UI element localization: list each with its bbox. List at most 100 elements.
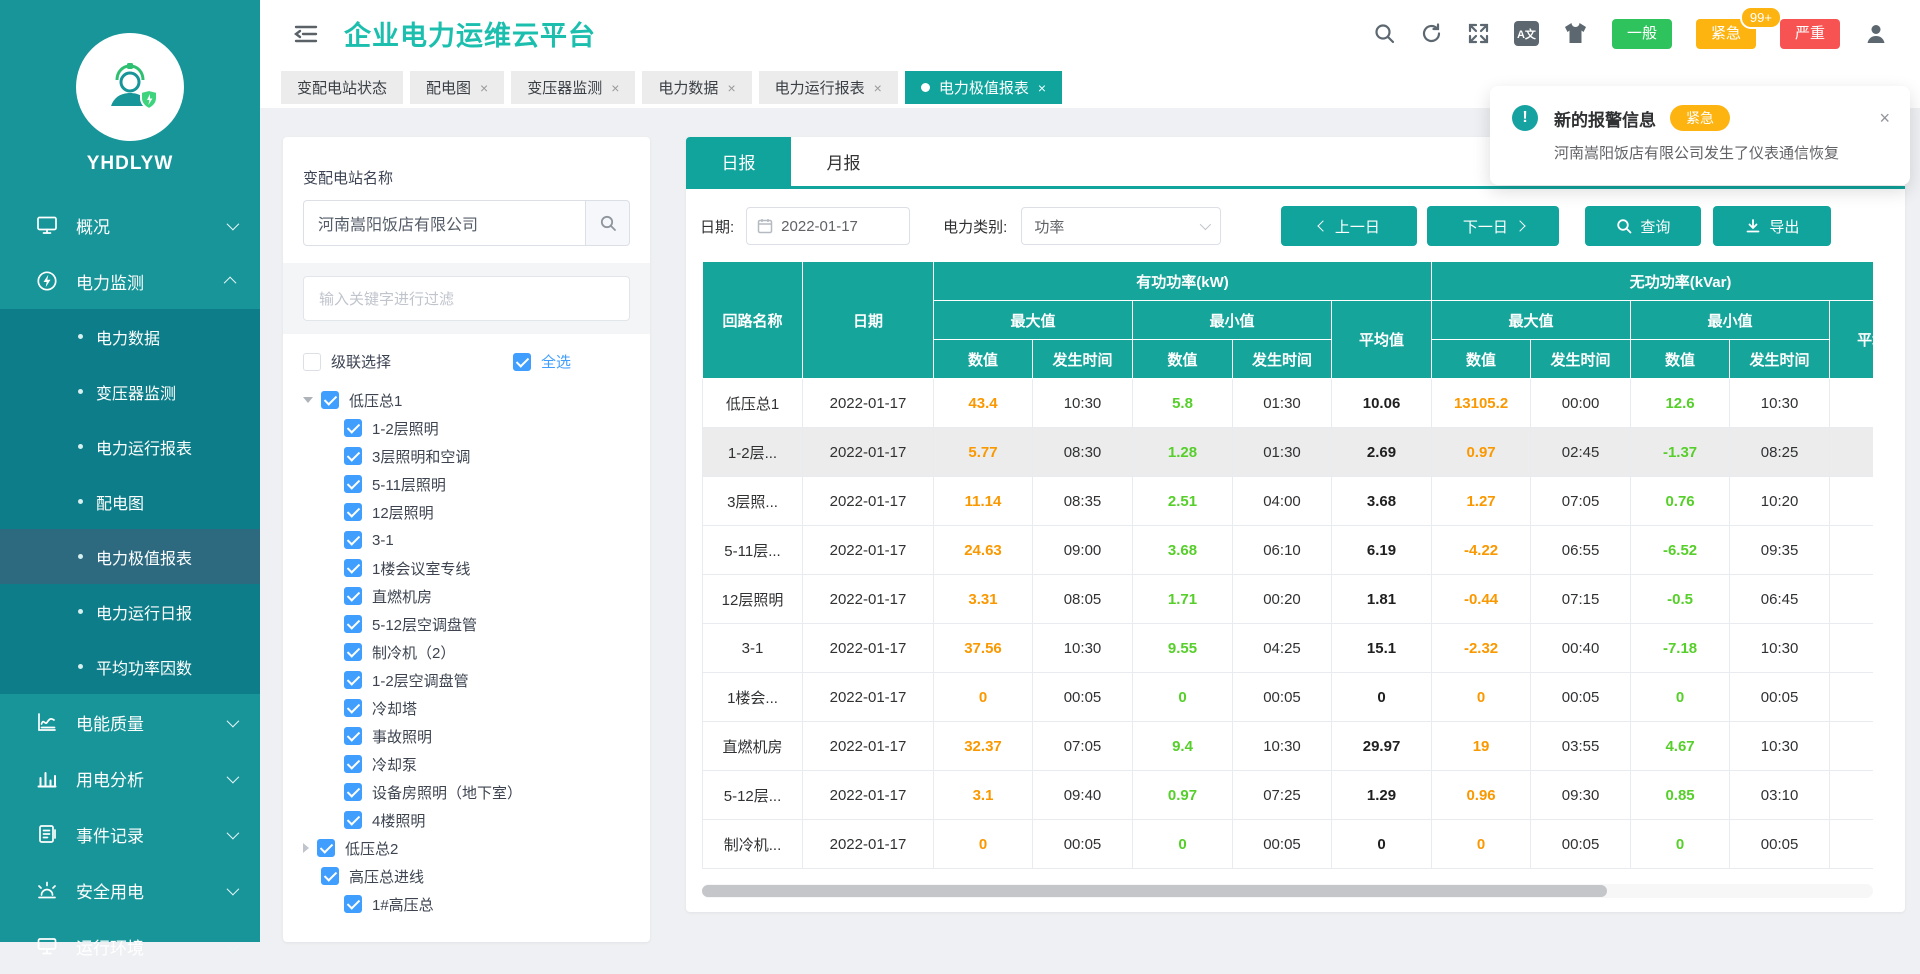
close-icon[interactable]: ×: [874, 80, 882, 96]
select-all-label[interactable]: 全选: [541, 351, 571, 372]
tree-checkbox[interactable]: [344, 503, 362, 521]
tab-电力运行报表[interactable]: 电力运行报表×: [759, 71, 898, 104]
tree-node-5-12层空调盘管[interactable]: 5-12层空调盘管: [283, 610, 650, 638]
tree-checkbox[interactable]: [344, 783, 362, 801]
tree-checkbox[interactable]: [344, 643, 362, 661]
sidebar-item-安全用电[interactable]: 安全用电: [0, 862, 260, 918]
translate-icon[interactable]: A文: [1514, 21, 1539, 46]
close-icon[interactable]: ×: [480, 80, 488, 96]
date-picker[interactable]: 2022-01-17: [746, 207, 910, 245]
tree-node-直燃机房[interactable]: 直燃机房: [283, 582, 650, 610]
table-row-12层照明[interactable]: 12层照明2022-01-173.3108:051.7100:201.81-0.…: [703, 575, 1874, 624]
report-tab-月报[interactable]: 月报: [791, 137, 896, 186]
table-row-制冷机...[interactable]: 制冷机...2022-01-17000:05000:050000:05000:0…: [703, 820, 1874, 869]
report-tab-日报[interactable]: 日报: [686, 137, 791, 186]
next-day-button[interactable]: 下一日: [1427, 206, 1559, 246]
tree-checkbox[interactable]: [344, 475, 362, 493]
tree-checkbox[interactable]: [344, 559, 362, 577]
close-icon[interactable]: ×: [1879, 108, 1890, 129]
close-icon[interactable]: ×: [727, 80, 735, 96]
prev-day-button[interactable]: 上一日: [1281, 206, 1417, 246]
tree-node-冷却泵[interactable]: 冷却泵: [283, 750, 650, 778]
tree-node-3-1[interactable]: 3-1: [283, 526, 650, 554]
tree-node-5-11层照明[interactable]: 5-11层照明: [283, 470, 650, 498]
tree-checkbox[interactable]: [344, 587, 362, 605]
power-type-select[interactable]: 功率: [1021, 207, 1221, 245]
sidebar-subitem-电力极值报表[interactable]: 电力极值报表: [0, 529, 260, 584]
sidebar-subitem-电力运行日报[interactable]: 电力运行日报: [0, 584, 260, 639]
alarm-badge-severe[interactable]: 严重: [1780, 19, 1840, 49]
sidebar-item-用电分析[interactable]: 用电分析: [0, 750, 260, 806]
close-icon[interactable]: ×: [611, 80, 619, 96]
theme-icon[interactable]: [1563, 22, 1588, 45]
sidebar-item-运行环境[interactable]: 运行环境: [0, 918, 260, 974]
table-row-5-11层...[interactable]: 5-11层...2022-01-1724.6309:003.6806:106.1…: [703, 526, 1874, 575]
tree-checkbox[interactable]: [321, 867, 339, 885]
caret-down-icon[interactable]: [303, 397, 313, 403]
menu-fold-icon[interactable]: [294, 23, 318, 45]
tree-node-1-2层照明[interactable]: 1-2层照明: [283, 414, 650, 442]
tree-checkbox[interactable]: [344, 419, 362, 437]
tree-checkbox[interactable]: [344, 615, 362, 633]
tree-checkbox[interactable]: [344, 671, 362, 689]
sidebar-subitem-电力运行报表[interactable]: 电力运行报表: [0, 419, 260, 474]
export-button[interactable]: 导出: [1713, 206, 1831, 246]
sidebar-subitem-电力数据[interactable]: 电力数据: [0, 309, 260, 364]
sidebar-item-概况[interactable]: 概况: [0, 197, 260, 253]
search-icon[interactable]: [1373, 22, 1396, 45]
station-search-button[interactable]: [586, 200, 630, 246]
tree-checkbox[interactable]: [317, 839, 335, 857]
tree-checkbox[interactable]: [344, 727, 362, 745]
tab-电力数据[interactable]: 电力数据×: [642, 71, 751, 104]
table-row-3层照...[interactable]: 3层照...2022-01-1711.1408:352.5104:003.681…: [703, 477, 1874, 526]
tab-配电图[interactable]: 配电图×: [410, 71, 504, 104]
tree-checkbox[interactable]: [344, 895, 362, 913]
tree-node-1-2层空调盘管[interactable]: 1-2层空调盘管: [283, 666, 650, 694]
table-row-1-2层...[interactable]: 1-2层...2022-01-175.7708:301.2801:302.690…: [703, 428, 1874, 477]
sidebar-item-电力监测[interactable]: 电力监测: [0, 253, 260, 309]
alarm-badge-urgent[interactable]: 紧急 99+: [1696, 19, 1756, 49]
table-row-直燃机房[interactable]: 直燃机房2022-01-1732.3707:059.410:3029.97190…: [703, 722, 1874, 771]
tree-node-冷却塔[interactable]: 冷却塔: [283, 694, 650, 722]
sidebar-subitem-配电图[interactable]: 配电图: [0, 474, 260, 529]
table-row-低压总1[interactable]: 低压总12022-01-1743.410:305.801:3010.061310…: [703, 379, 1874, 428]
tree-node-设备房照明（地下室）[interactable]: 设备房照明（地下室）: [283, 778, 650, 806]
table-row-5-12层...[interactable]: 5-12层...2022-01-173.109:400.9707:251.290…: [703, 771, 1874, 820]
tab-电力极值报表[interactable]: 电力极值报表×: [905, 71, 1062, 104]
select-all-checkbox[interactable]: [513, 353, 531, 371]
tree-checkbox[interactable]: [344, 531, 362, 549]
fullscreen-icon[interactable]: [1467, 22, 1490, 45]
sidebar-item-事件记录[interactable]: 事件记录: [0, 806, 260, 862]
tree-filter-input[interactable]: 输入关键字进行过滤: [303, 276, 630, 321]
tree-node-1楼会议室专线[interactable]: 1楼会议室专线: [283, 554, 650, 582]
sidebar-subitem-平均功率因数[interactable]: 平均功率因数: [0, 639, 260, 694]
sidebar-item-电能质量[interactable]: 电能质量: [0, 694, 260, 750]
tree-node-低压总1[interactable]: 低压总1: [283, 386, 650, 414]
tree-node-高压总进线[interactable]: 高压总进线: [283, 862, 650, 890]
tree-node-制冷机（2）[interactable]: 制冷机（2）: [283, 638, 650, 666]
cascade-checkbox[interactable]: [303, 353, 321, 371]
tree-node-3层照明和空调[interactable]: 3层照明和空调: [283, 442, 650, 470]
tree-checkbox[interactable]: [321, 391, 339, 409]
user-icon[interactable]: [1864, 22, 1888, 46]
tree-checkbox[interactable]: [344, 699, 362, 717]
tab-变压器监测[interactable]: 变压器监测×: [511, 71, 635, 104]
sidebar-subitem-变压器监测[interactable]: 变压器监测: [0, 364, 260, 419]
tree-node-12层照明[interactable]: 12层照明: [283, 498, 650, 526]
tree-node-事故照明[interactable]: 事故照明: [283, 722, 650, 750]
tree-checkbox[interactable]: [344, 755, 362, 773]
tree-checkbox[interactable]: [344, 447, 362, 465]
tab-变配电站状态[interactable]: 变配电站状态: [281, 71, 403, 104]
caret-right-icon[interactable]: [303, 843, 309, 853]
table-row-1楼会...[interactable]: 1楼会...2022-01-17000:05000:050000:05000:0…: [703, 673, 1874, 722]
refresh-icon[interactable]: [1420, 22, 1443, 45]
tree-node-低压总2[interactable]: 低压总2: [283, 834, 650, 862]
tree-node-1#高压总[interactable]: 1#高压总: [283, 890, 650, 918]
tree-checkbox[interactable]: [344, 811, 362, 829]
query-button[interactable]: 查询: [1585, 206, 1701, 246]
tree-node-4楼照明[interactable]: 4楼照明: [283, 806, 650, 834]
horizontal-scrollbar-thumb[interactable]: [702, 885, 1607, 897]
alarm-badge-general[interactable]: 一般: [1612, 19, 1672, 49]
close-icon[interactable]: ×: [1038, 80, 1046, 96]
table-row-3-1[interactable]: 3-12022-01-1737.5610:309.5504:2515.1-2.3…: [703, 624, 1874, 673]
